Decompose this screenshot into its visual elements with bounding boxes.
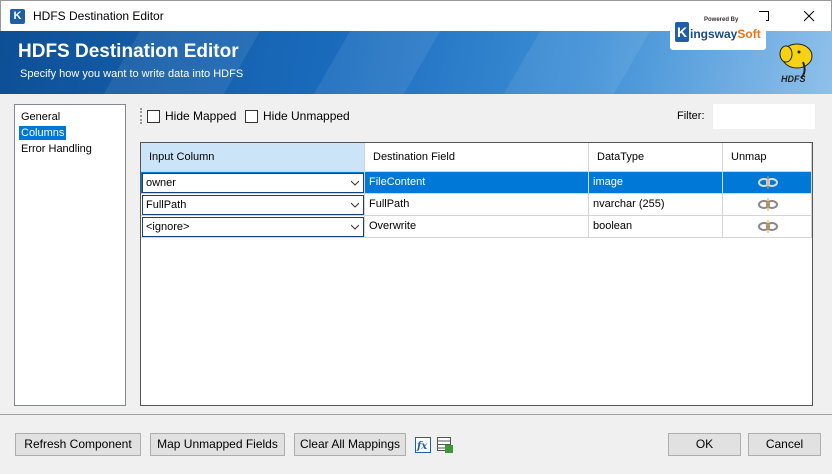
filter-label: Filter: <box>677 110 705 122</box>
table-export-icon[interactable] <box>437 437 453 453</box>
clear-all-mappings-button[interactable]: Clear All Mappings <box>294 433 406 456</box>
input-column-dropdown[interactable]: FullPath <box>142 195 364 215</box>
destination-field-cell: Overwrite <box>365 216 589 238</box>
banner-title: HDFS Destination Editor <box>18 41 239 62</box>
logo-name-accent: Soft <box>737 27 761 41</box>
column-header-input-column[interactable]: Input Column <box>141 143 365 172</box>
close-button[interactable] <box>786 1 832 31</box>
banner-subtitle: Specify how you want to write data into … <box>20 68 244 80</box>
filter-input[interactable] <box>713 104 815 129</box>
hide-mapped-label[interactable]: Hide Mapped <box>165 109 236 123</box>
column-header-datatype[interactable]: DataType <box>589 143 723 172</box>
hide-unmapped-checkbox[interactable] <box>245 110 258 123</box>
toolbar-grip <box>140 108 143 124</box>
close-icon <box>803 10 814 21</box>
chevron-down-icon <box>351 224 359 230</box>
unmap-link-icon[interactable] <box>757 197 779 212</box>
app-icon: K <box>10 9 25 24</box>
page-nav-list: General Columns Error Handling <box>14 104 126 406</box>
hide-mapped-checkbox[interactable] <box>147 110 160 123</box>
logo-name: ingswaySoft <box>690 27 761 41</box>
destination-field-cell: FullPath <box>365 194 589 216</box>
input-column-cell[interactable]: <ignore> <box>141 216 365 238</box>
nav-item-columns[interactable]: Columns <box>19 126 67 140</box>
chevron-down-icon <box>351 202 359 208</box>
window-title: HDFS Destination Editor <box>33 9 164 23</box>
input-column-value: <ignore> <box>146 221 190 233</box>
column-header-unmap[interactable]: Unmap <box>723 143 812 172</box>
input-column-dropdown[interactable]: owner <box>142 173 364 193</box>
datatype-cell: nvarchar (255) <box>589 194 723 216</box>
destination-field-cell: FileContent <box>365 172 589 194</box>
logo-powered-by: Powered By <box>704 17 739 23</box>
logo-name-main: ingsway <box>690 27 738 41</box>
unmap-cell <box>723 216 812 238</box>
table-row[interactable]: <ignore> Overwrite boolean <box>141 216 812 238</box>
unmap-cell <box>723 194 812 216</box>
hdfs-elephant-icon: HDFS <box>779 43 813 84</box>
input-column-value: FullPath <box>146 199 187 211</box>
map-unmapped-fields-button[interactable]: Map Unmapped Fields <box>150 433 285 456</box>
cancel-button[interactable]: Cancel <box>748 433 821 456</box>
unmap-link-icon[interactable] <box>757 175 779 190</box>
table-row[interactable]: FullPath FullPath nvarchar (255) <box>141 194 812 216</box>
datatype-cell: image <box>589 172 723 194</box>
fx-icon-label: fx <box>416 441 428 452</box>
unmap-cell <box>723 172 812 194</box>
datatype-cell: boolean <box>589 216 723 238</box>
banner-decoration <box>304 31 446 94</box>
hide-unmapped-label[interactable]: Hide Unmapped <box>263 109 350 123</box>
banner-decoration <box>494 31 656 94</box>
table-row[interactable]: owner FileContent image <box>141 172 812 194</box>
chevron-down-icon <box>351 180 359 186</box>
input-column-dropdown[interactable]: <ignore> <box>142 217 364 237</box>
column-header-destination-field[interactable]: Destination Field <box>365 143 589 172</box>
refresh-component-button[interactable]: Refresh Component <box>15 433 141 456</box>
input-column-cell[interactable]: owner <box>141 172 365 194</box>
mapping-grid: Input Column Destination Field DataType … <box>140 142 813 406</box>
ok-button[interactable]: OK <box>668 433 741 456</box>
hdfs-logo-text: HDFS <box>781 74 806 84</box>
footer-separator <box>0 414 832 415</box>
expression-fx-icon[interactable]: fx <box>415 437 431 453</box>
input-column-cell[interactable]: FullPath <box>141 194 365 216</box>
input-column-value: owner <box>146 177 176 189</box>
nav-item-error-handling[interactable]: Error Handling <box>19 142 94 156</box>
nav-item-general[interactable]: General <box>19 110 62 124</box>
logo-k-icon: K <box>675 22 689 42</box>
unmap-link-icon[interactable] <box>757 219 779 234</box>
